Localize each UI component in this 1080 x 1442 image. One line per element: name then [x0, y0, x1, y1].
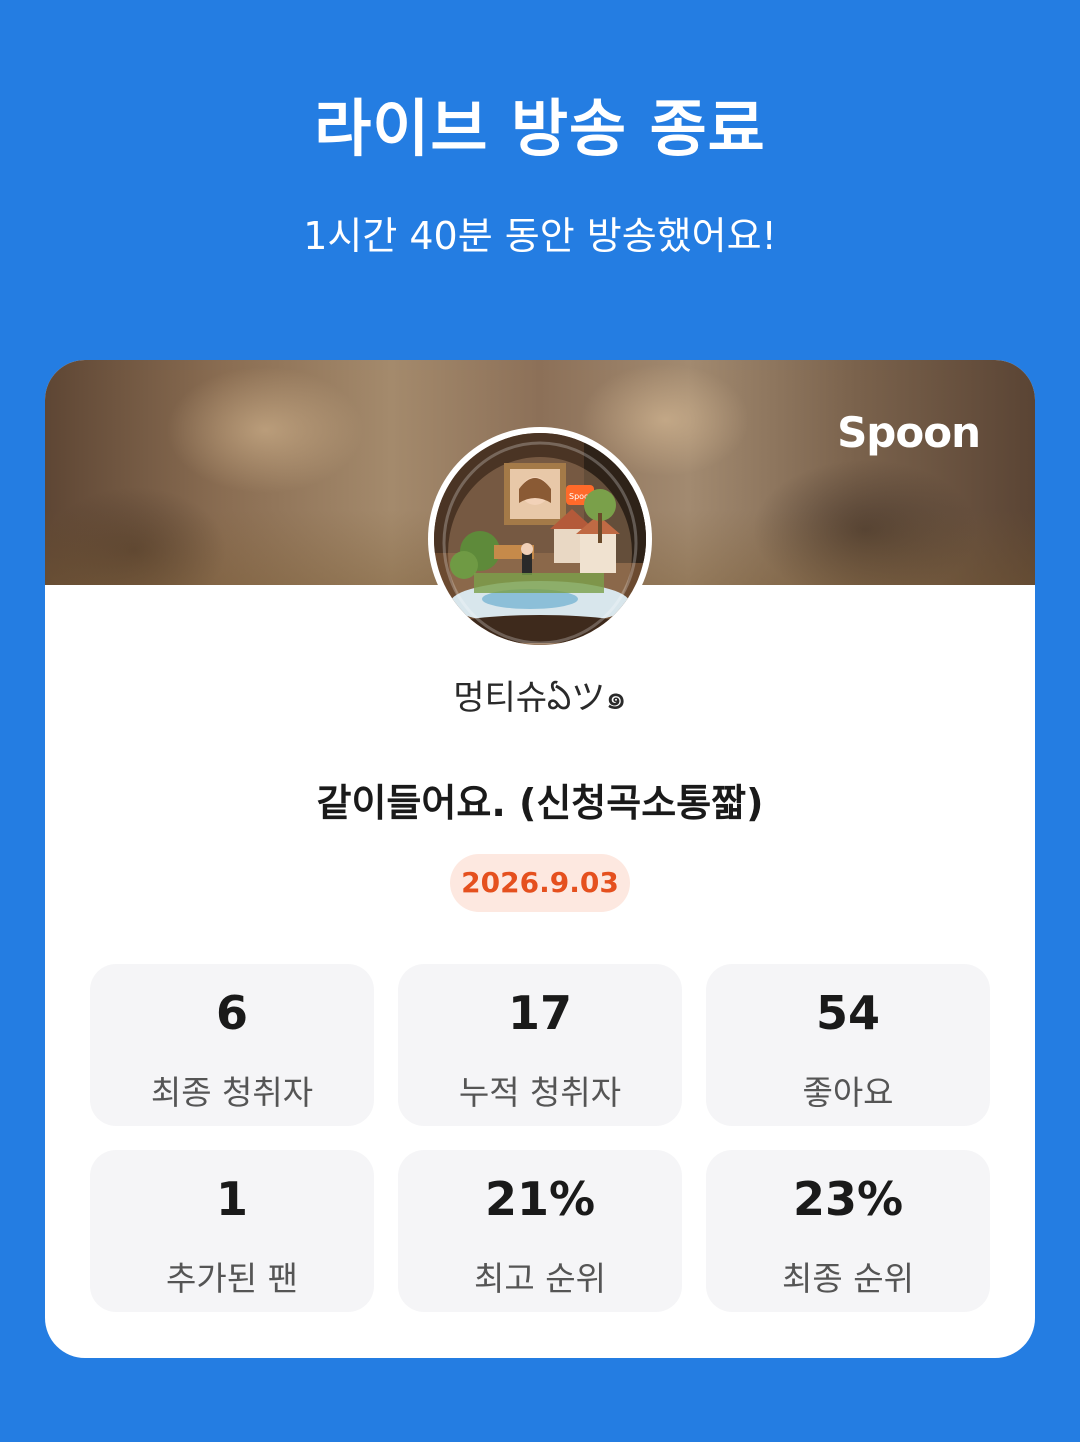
stat-value: 23% — [792, 1172, 904, 1226]
stat-value: 6 — [215, 986, 248, 1040]
page-title: 라이브 방송 종료 — [314, 92, 766, 165]
avatar: Spoon — [434, 433, 646, 645]
snow-globe-avatar-image: Spoon — [434, 433, 646, 645]
stat-total-listeners: 17 누적 청취자 — [398, 964, 682, 1126]
broadcast-summary-card: Spoon Spoon 멍티슈ఏツ๑ 같이들어요. (신청곡소통짧) 2026.… — [45, 360, 1035, 1358]
stat-value: 21% — [484, 1172, 596, 1226]
stat-label: 최고 순위 — [474, 1259, 606, 1298]
stat-label: 누적 청취자 — [458, 1073, 622, 1112]
stat-label: 좋아요 — [802, 1073, 894, 1112]
stat-label: 최종 순위 — [782, 1259, 914, 1298]
stat-label: 최종 청취자 — [150, 1073, 314, 1112]
broadcast-duration: 1시간 40분 동안 방송했어요! — [303, 214, 777, 258]
broadcaster-nickname: 멍티슈ఏツ๑ — [453, 678, 627, 718]
stat-best-rank: 21% 최고 순위 — [398, 1150, 682, 1312]
spoon-logo: Spoon — [837, 408, 981, 457]
stat-value: 54 — [815, 986, 880, 1040]
stat-likes: 54 좋아요 — [706, 964, 990, 1126]
profile-avatar-ring: Spoon — [428, 427, 652, 651]
stat-value: 17 — [507, 986, 572, 1040]
stat-new-fans: 1 추가된 팬 — [90, 1150, 374, 1312]
stat-label: 추가된 팬 — [166, 1259, 298, 1298]
stat-final-listeners: 6 최종 청취자 — [90, 964, 374, 1126]
stat-final-rank: 23% 최종 순위 — [706, 1150, 990, 1312]
broadcast-date-badge: 2026.9.03 — [450, 854, 630, 912]
live-title: 같이들어요. (신청곡소통짧) — [316, 781, 764, 825]
stat-value: 1 — [215, 1172, 248, 1226]
